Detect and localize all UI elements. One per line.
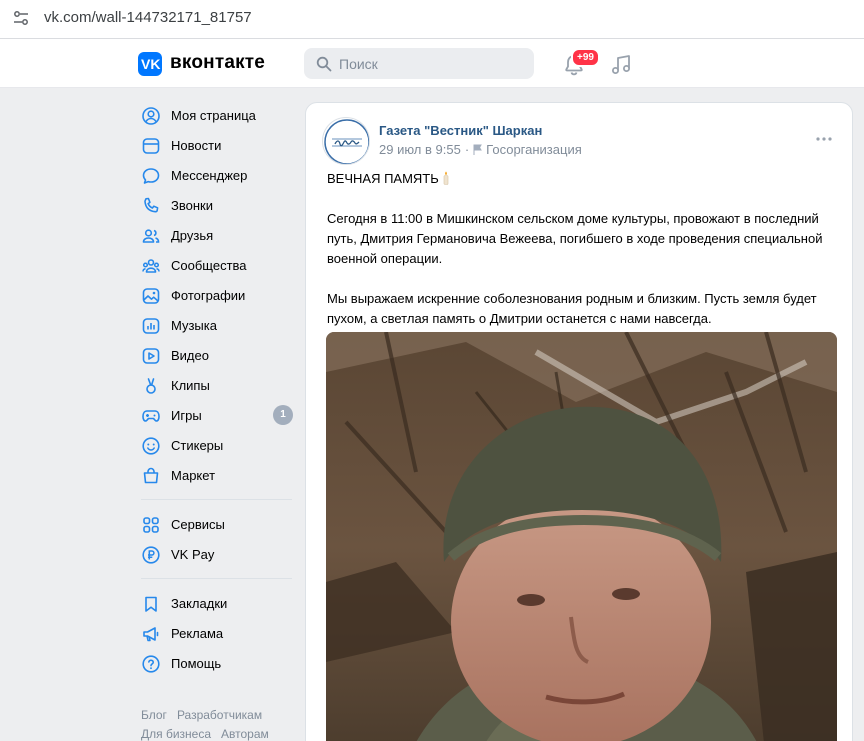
post-paragraph-1: Сегодня в 11:00 в Мишкинском сельском до… bbox=[327, 211, 823, 266]
post-meta: 29 июл в 9:55 · Госорганизация bbox=[379, 142, 582, 157]
friends-icon bbox=[142, 229, 160, 243]
games-count-badge: 1 bbox=[273, 405, 293, 425]
post-author-link[interactable]: Газета "Вестник" Шаркан bbox=[379, 123, 542, 138]
sidebar-footer-links: Блог Разработчикам Для бизнеса Авторам bbox=[141, 706, 311, 741]
sidebar-item-label: Стикеры bbox=[171, 438, 224, 453]
sidebar-item-video[interactable]: Видео bbox=[132, 340, 300, 370]
sidebar-item-games[interactable]: Игры 1 bbox=[132, 400, 300, 430]
video-icon bbox=[142, 348, 160, 364]
footer-link-business[interactable]: Для бизнеса bbox=[141, 727, 211, 741]
sidebar-item-label: Игры bbox=[171, 408, 202, 423]
sidebar-item-ads[interactable]: Реклама bbox=[132, 618, 300, 648]
logo-text[interactable]: вконтакте bbox=[170, 52, 265, 74]
sidebar-item-calls[interactable]: Звонки bbox=[132, 190, 300, 220]
site-settings-icon[interactable] bbox=[12, 9, 30, 27]
sidebar-item-label: Видео bbox=[171, 348, 209, 363]
footer-link-authors[interactable]: Авторам bbox=[221, 727, 269, 741]
portrait-photo-image bbox=[326, 332, 837, 741]
sidebar-item-messenger[interactable]: Мессенджер bbox=[132, 160, 300, 190]
sidebar-item-label: Звонки bbox=[171, 198, 213, 213]
sidebar-item-label: Закладки bbox=[171, 596, 228, 611]
sidebar-item-label: Реклама bbox=[171, 626, 224, 641]
sidebar-item-photos[interactable]: Фотографии bbox=[132, 280, 300, 310]
sidebar-item-bookmarks[interactable]: Закладки bbox=[132, 588, 300, 618]
message-bubble-icon bbox=[142, 168, 160, 184]
user-circle-icon bbox=[142, 107, 160, 125]
sidebar-item-stickers[interactable]: Стикеры bbox=[132, 430, 300, 460]
news-icon bbox=[142, 138, 160, 154]
phone-icon bbox=[144, 197, 159, 213]
sidebar-item-label: Сообщества bbox=[171, 258, 247, 273]
wall-post: Газета "Вестник" Шаркан 29 июл в 9:55 · Го… bbox=[305, 102, 853, 741]
sidebar-item-help[interactable]: Помощь bbox=[132, 648, 300, 678]
sidebar-item-market[interactable]: Маркет bbox=[132, 460, 300, 490]
music-icon bbox=[142, 318, 160, 334]
flag-icon bbox=[473, 144, 483, 155]
sidebar-item-label: Клипы bbox=[171, 378, 210, 393]
music-icon[interactable] bbox=[609, 53, 633, 77]
top-header: VK вконтакте +99 bbox=[0, 39, 864, 88]
sidebar-item-music[interactable]: Музыка bbox=[132, 310, 300, 340]
more-options-icon[interactable] bbox=[814, 131, 834, 147]
vk-logo-icon[interactable]: VK bbox=[138, 52, 162, 76]
footer-link-developers[interactable]: Разработчикам bbox=[177, 708, 262, 722]
post-paragraph-2: Мы выражаем искренние соболезнования род… bbox=[327, 291, 817, 326]
gamepad-icon bbox=[142, 410, 160, 422]
post-date[interactable]: 29 июл в 9:55 bbox=[379, 142, 461, 157]
sidebar-item-clips[interactable]: Клипы bbox=[132, 370, 300, 400]
photo-icon bbox=[142, 288, 160, 304]
post-category: Госорганизация bbox=[486, 142, 582, 157]
bookmark-icon bbox=[145, 596, 157, 612]
sidebar-item-services[interactable]: Сервисы bbox=[132, 509, 300, 539]
sidebar-item-label: Новости bbox=[171, 138, 222, 153]
sidebar-item-label: Друзья bbox=[171, 228, 214, 243]
candle-icon bbox=[443, 171, 449, 185]
meta-separator: · bbox=[464, 142, 470, 157]
left-sidebar: Моя страница Новости Мессенджер Звонки Д… bbox=[132, 100, 300, 678]
newspaper-logo-icon bbox=[324, 119, 369, 164]
bag-icon bbox=[143, 467, 159, 484]
megaphone-icon bbox=[143, 627, 159, 642]
help-icon bbox=[142, 655, 160, 673]
ruble-icon bbox=[142, 546, 160, 564]
footer-link-blog[interactable]: Блог bbox=[141, 708, 167, 722]
sidebar-item-label: Помощь bbox=[171, 656, 222, 671]
clips-icon bbox=[146, 378, 156, 394]
sidebar-item-label: Мессенджер bbox=[171, 168, 248, 183]
sidebar-divider bbox=[141, 499, 292, 500]
sidebar-item-vk-pay[interactable]: VK Pay bbox=[132, 539, 300, 569]
sidebar-divider bbox=[141, 578, 292, 579]
post-title-line: ВЕЧНАЯ ПАМЯТЬ bbox=[327, 169, 847, 189]
sidebar-item-label: Музыка bbox=[171, 318, 217, 333]
services-icon bbox=[143, 517, 159, 533]
search-icon bbox=[316, 56, 332, 72]
author-avatar[interactable] bbox=[322, 117, 370, 165]
sidebar-item-label: VK Pay bbox=[171, 547, 215, 562]
sidebar-item-label: Фотографии bbox=[171, 288, 246, 303]
communities-icon bbox=[142, 259, 160, 273]
sidebar-item-my-page[interactable]: Моя страница bbox=[132, 100, 300, 130]
post-title: ВЕЧНАЯ ПАМЯТЬ bbox=[327, 171, 439, 186]
url-text[interactable]: vk.com/wall-144732171_81757 bbox=[44, 9, 252, 26]
sidebar-item-label: Маркет bbox=[171, 468, 216, 483]
sidebar-item-label: Сервисы bbox=[171, 517, 225, 532]
smile-icon bbox=[142, 437, 160, 455]
sidebar-item-friends[interactable]: Друзья bbox=[132, 220, 300, 250]
browser-address-bar: vk.com/wall-144732171_81757 bbox=[0, 0, 864, 39]
post-text: ВЕЧНАЯ ПАМЯТЬ Сегодня в 11:00 в Мишкинск… bbox=[327, 169, 847, 349]
sidebar-item-communities[interactable]: Сообщества bbox=[132, 250, 300, 280]
search-input[interactable] bbox=[339, 48, 524, 79]
notifications-badge: +99 bbox=[571, 48, 600, 67]
sidebar-item-label: Моя страница bbox=[171, 108, 256, 123]
sidebar-item-news[interactable]: Новости bbox=[132, 130, 300, 160]
post-photo[interactable] bbox=[326, 332, 837, 741]
search-box[interactable] bbox=[304, 48, 534, 79]
